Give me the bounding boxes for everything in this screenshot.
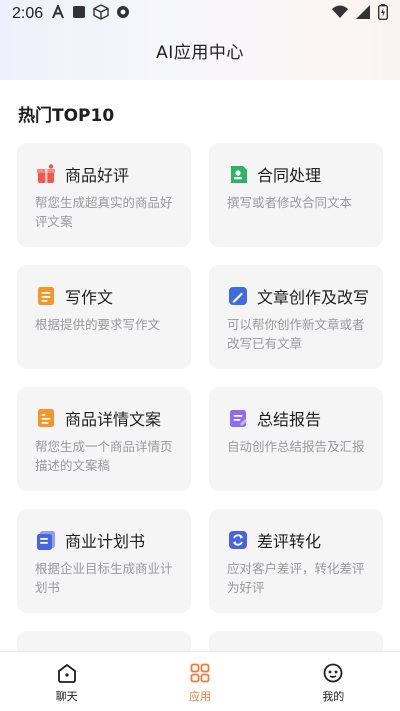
card-title: 商品详情文案 xyxy=(65,410,162,429)
app-card-contract[interactable]: 合同处理 撰写或者修改合同文本 xyxy=(209,143,383,247)
card-title: 写作文 xyxy=(65,288,114,307)
app-card-article-rewrite[interactable]: 文章创作及改写 可以帮你创作新文章或者改写已有文章 xyxy=(209,265,383,369)
card-description: 根据企业目标生成商业计划书 xyxy=(35,561,173,595)
pen-icon xyxy=(227,285,249,307)
square-app-icon xyxy=(72,5,86,23)
app-card-business-plan[interactable]: 商业计划书 根据企业目标生成商业计划书 xyxy=(17,509,191,613)
card-description: 帮您生成一个商品详情页描述的文案稿 xyxy=(35,439,173,473)
tab-label: 聊天 xyxy=(55,690,78,703)
bottom-tab-bar: 聊天 应用 我的 xyxy=(0,651,400,711)
chat-home-icon xyxy=(56,662,78,684)
signal-icon xyxy=(356,5,370,23)
tab-apps[interactable]: 应用 xyxy=(133,652,266,711)
card-description: 帮您生成超真实的商品好评文案 xyxy=(35,195,173,229)
card-title: 文章创作及改写 xyxy=(257,288,369,307)
tab-label: 我的 xyxy=(322,690,345,703)
cube-icon xyxy=(93,4,109,24)
wifi-icon xyxy=(332,5,348,23)
card-description: 根据提供的要求写作文 xyxy=(35,317,161,332)
tab-chat[interactable]: 聊天 xyxy=(0,652,133,711)
app-card-essay[interactable]: 写作文 根据提供的要求写作文 xyxy=(17,265,191,369)
battery-icon xyxy=(377,4,389,24)
card-title: 商业计划书 xyxy=(65,532,146,551)
contract-icon xyxy=(227,163,249,185)
section-title: 热门TOP10 xyxy=(18,106,115,126)
convert-icon xyxy=(227,529,249,551)
circle-badge-icon xyxy=(116,5,130,23)
detail-doc-icon xyxy=(35,407,57,429)
page-title: AI应用中心 xyxy=(156,43,244,63)
report-icon xyxy=(227,407,249,429)
app-card-product-detail[interactable]: 商品详情文案 帮您生成一个商品详情页描述的文案稿 xyxy=(17,387,191,491)
app-card-review-convert[interactable]: 差评转化 应对客户差评，转化差评为好评 xyxy=(209,509,383,613)
app-card-summary-report[interactable]: 总结报告 自动创作总结报告及汇报 xyxy=(209,387,383,491)
apps-grid-icon xyxy=(189,662,211,684)
profile-face-icon xyxy=(322,662,344,684)
essay-icon xyxy=(35,285,57,307)
tab-label: 应用 xyxy=(188,690,211,703)
gift-icon xyxy=(35,163,57,185)
card-title: 差评转化 xyxy=(257,532,322,551)
card-title: 合同处理 xyxy=(257,166,322,185)
app-card-product-review[interactable]: 商品好评 帮您生成超真实的商品好评文案 xyxy=(17,143,191,247)
card-description: 撰写或者修改合同文本 xyxy=(227,195,353,210)
font-a-icon xyxy=(51,3,65,23)
status-time: 2:06 xyxy=(12,5,44,22)
card-description: 自动创作总结报告及汇报 xyxy=(227,439,365,454)
tab-profile[interactable]: 我的 xyxy=(267,652,400,711)
card-description: 可以帮你创作新文章或者改写已有文章 xyxy=(227,317,365,351)
status-bar: 2:06 xyxy=(0,0,400,28)
card-title: 总结报告 xyxy=(257,410,322,429)
card-description: 应对客户差评，转化差评为好评 xyxy=(227,561,365,595)
card-title: 商品好评 xyxy=(65,166,130,185)
plan-icon xyxy=(35,529,57,551)
